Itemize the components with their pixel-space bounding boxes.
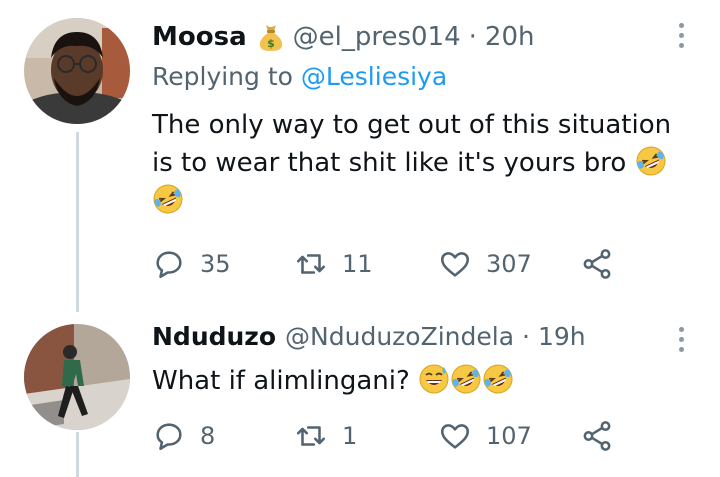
tweet-actions: 35 11 307 bbox=[152, 244, 632, 284]
reply-thread: Moosa $ @el_pres014 · 20h Replying to @L… bbox=[0, 0, 720, 477]
like-button[interactable]: 307 bbox=[438, 244, 532, 284]
sweat-smile-emoji bbox=[418, 363, 450, 395]
avatar[interactable] bbox=[24, 324, 130, 430]
display-name[interactable]: Nduduzo bbox=[152, 320, 276, 354]
separator-dot: · bbox=[522, 322, 530, 351]
timestamp[interactable]: 19h bbox=[538, 320, 586, 354]
thread-line bbox=[76, 432, 79, 477]
timestamp[interactable]: 20h bbox=[485, 20, 535, 54]
tweet-header: Moosa $ @el_pres014 · 20h bbox=[152, 20, 534, 54]
tweet-text: What if alimlingani? bbox=[152, 362, 692, 400]
thread-line bbox=[76, 132, 79, 312]
tweet[interactable]: Nduduzo @NduduzoZindela · 19h What if al… bbox=[0, 300, 720, 477]
tweet-actions: 8 1 107 bbox=[152, 416, 632, 456]
tweet[interactable]: Moosa $ @el_pres014 · 20h Replying to @L… bbox=[0, 0, 720, 312]
mention-link[interactable]: @Lesliesiya bbox=[301, 62, 447, 91]
retweet-count: 11 bbox=[342, 250, 373, 278]
replying-prefix: Replying to bbox=[152, 62, 293, 91]
separator-dot: · bbox=[468, 22, 477, 52]
retweet-icon bbox=[296, 254, 326, 274]
avatar-photo bbox=[24, 18, 130, 124]
tweet-header: Nduduzo @NduduzoZindela · 19h bbox=[152, 320, 586, 354]
handle[interactable]: @el_pres014 bbox=[293, 20, 461, 54]
like-count: 307 bbox=[486, 250, 532, 278]
rolling-laughing-emoji bbox=[152, 183, 184, 215]
heart-icon bbox=[440, 252, 470, 277]
rolling-laughing-emoji bbox=[450, 363, 482, 395]
retweet-button[interactable]: 1 bbox=[294, 416, 357, 456]
more-options-icon[interactable] bbox=[670, 322, 692, 356]
tweet-text: The only way to get out of this situatio… bbox=[152, 106, 692, 220]
handle[interactable]: @NduduzoZindela bbox=[285, 320, 514, 354]
retweet-count: 1 bbox=[342, 422, 358, 450]
tweet-text-content: What if alimlingani? bbox=[152, 366, 410, 396]
share-icon bbox=[583, 421, 611, 451]
display-name[interactable]: Moosa bbox=[152, 20, 247, 54]
rolling-laughing-emoji bbox=[482, 363, 514, 395]
retweet-icon bbox=[296, 426, 326, 446]
like-count: 107 bbox=[486, 422, 532, 450]
avatar[interactable] bbox=[24, 18, 130, 124]
money-bag-icon: $ bbox=[257, 22, 285, 52]
more-options-icon[interactable] bbox=[670, 18, 692, 52]
share-button[interactable] bbox=[580, 244, 614, 284]
reply-button[interactable]: 35 bbox=[152, 244, 231, 284]
reply-icon bbox=[156, 423, 182, 451]
replying-to: Replying to @Lesliesiya bbox=[152, 60, 447, 94]
retweet-button[interactable]: 11 bbox=[294, 244, 373, 284]
avatar-photo bbox=[24, 324, 130, 430]
share-icon bbox=[583, 249, 611, 279]
svg-text:$: $ bbox=[267, 37, 275, 50]
rolling-laughing-emoji bbox=[635, 145, 667, 177]
reply-button[interactable]: 8 bbox=[152, 416, 215, 456]
reply-count: 8 bbox=[200, 422, 216, 450]
share-button[interactable] bbox=[580, 416, 614, 456]
reply-count: 35 bbox=[200, 250, 231, 278]
reply-icon bbox=[156, 251, 182, 279]
like-button[interactable]: 107 bbox=[438, 416, 532, 456]
heart-icon bbox=[440, 424, 470, 449]
tweet-text-content: The only way to get out of this situatio… bbox=[152, 110, 672, 178]
